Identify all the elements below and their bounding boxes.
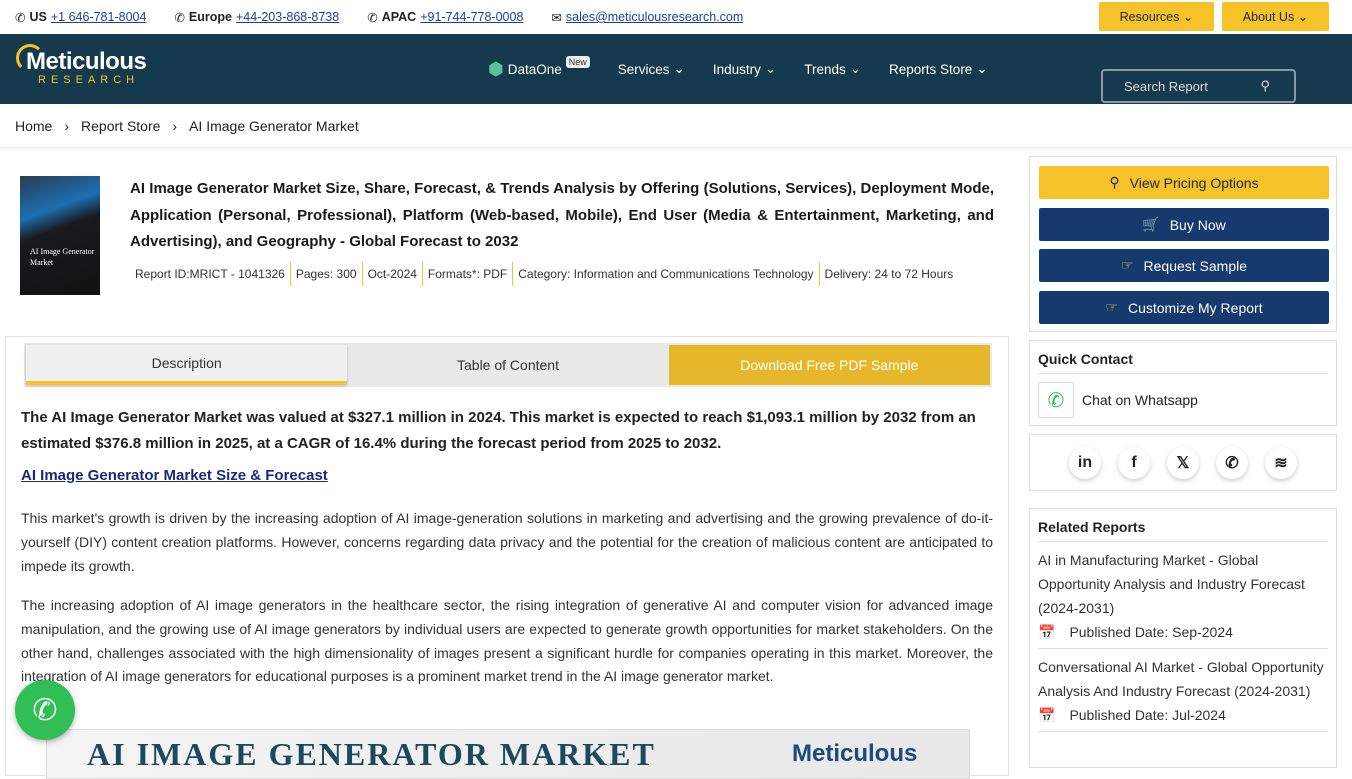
whatsapp-float-button[interactable]: ✆	[15, 680, 75, 740]
cart-icon: 🛒	[1142, 216, 1160, 232]
x-twitter-icon[interactable]: 𝕏	[1167, 446, 1199, 479]
lead-summary: The AI Image Generator Market was valued…	[21, 409, 976, 452]
calendar-icon: 📅	[1038, 624, 1056, 640]
apac-phone-link[interactable]: +91-744-778-0008	[420, 10, 523, 24]
breadcrumb: Home › Report Store › AI Image Generator M…	[0, 104, 1352, 148]
tab-description[interactable]: Description	[26, 345, 348, 385]
category: Category: Information and Communications…	[513, 262, 820, 286]
quick-contact-panel: Quick Contact ✆ Chat on Whatsapp	[1029, 340, 1337, 426]
chevron-down-icon: ⌄	[1182, 10, 1194, 24]
phone-icon: ✆	[174, 10, 185, 25]
view-pricing-button[interactable]: ⚲ View Pricing Options	[1039, 166, 1329, 199]
nav-reports-store[interactable]: Reports Store ⌄	[889, 61, 988, 77]
phone-icon: ✆	[367, 10, 378, 25]
infographic-banner: AI IMAGE GENERATOR MARKET Meticulous	[46, 729, 970, 779]
report-main: AI Image Generator Market AI Image Gener…	[5, 156, 1014, 779]
tab-bar: Description Table of Content Download Fr…	[24, 343, 992, 387]
new-badge: New	[565, 56, 590, 68]
chevron-down-icon: ⌄	[673, 61, 685, 76]
chevron-down-icon: ⌄	[849, 61, 862, 76]
hand-pointer-icon: ☞	[1120, 257, 1134, 273]
nav-dataone[interactable]: ⬢ DataOne New	[488, 56, 590, 80]
chevron-right-icon: ›	[172, 117, 178, 134]
about-us-dropdown[interactable]: About Us ⌄	[1222, 2, 1329, 31]
top-contact-bar: ✆ US +1 646-781-8004 ✆ Europe +44-203-868-87…	[0, 0, 1352, 34]
email-link[interactable]: sales@meticulousresearch.com	[566, 10, 743, 24]
paragraph: The increasing adoption of AI image gene…	[21, 597, 993, 685]
formats: Formats*: PDF	[423, 262, 514, 286]
whatsapp-chat-link[interactable]: ✆ Chat on Whatsapp	[1030, 374, 1336, 426]
report-cover-image: AI Image Generator Market	[20, 176, 100, 295]
phone-icon: ✆	[15, 10, 26, 25]
report-meta: Report ID:MRICT - 1041326 Pages: 300 Oct…	[130, 262, 1000, 296]
customize-report-button[interactable]: ☞ Customize My Report	[1039, 291, 1329, 324]
resources-dropdown[interactable]: Resources ⌄	[1099, 2, 1214, 31]
europe-phone-link[interactable]: +44-203-868-8738	[236, 10, 339, 24]
related-report-item[interactable]: Conversational AI Market - Global Opport…	[1038, 649, 1328, 732]
breadcrumb-report-store[interactable]: Report Store	[81, 118, 160, 134]
content-panel: Description Table of Content Download Fr…	[5, 336, 1009, 779]
nav-services[interactable]: Services ⌄	[618, 61, 685, 77]
request-sample-button[interactable]: ☞ Request Sample	[1039, 249, 1329, 282]
whatsapp-icon: ✆	[1038, 382, 1074, 418]
us-phone-link[interactable]: +1 646-781-8004	[51, 10, 147, 24]
tab-table-of-content[interactable]: Table of Content	[347, 345, 668, 385]
related-report-item[interactable]: AI in Manufacturing Market - Global Oppo…	[1038, 542, 1328, 649]
nav-trends[interactable]: Trends ⌄	[804, 61, 861, 77]
report-title: AI Image Generator Market Size, Share, F…	[130, 180, 994, 250]
paragraph: This market's growth is driven by the in…	[21, 510, 993, 574]
search-input[interactable]: Search Report ⚲	[1101, 69, 1296, 103]
nav-industry[interactable]: Industry ⌄	[713, 61, 776, 77]
logo[interactable]: Meticulous RESEARCH	[16, 44, 147, 94]
calendar-icon: 📅	[1038, 707, 1056, 723]
tab-download-sample[interactable]: Download Free PDF Sample	[668, 345, 990, 385]
related-reports-panel: Related Reports AI in Manufacturing Mark…	[1029, 508, 1337, 768]
chevron-down-icon: ⌄	[1297, 10, 1309, 24]
chevron-right-icon: ›	[64, 117, 70, 134]
search-icon: ⚲	[1109, 174, 1120, 190]
rss-icon[interactable]: ≋	[1265, 446, 1297, 479]
search-icon[interactable]: ⚲	[1260, 78, 1270, 94]
market-size-link[interactable]: AI Image Generator Market Size & Forecas…	[21, 467, 328, 484]
whatsapp-icon: ✆	[32, 693, 58, 727]
cube-icon: ⬢	[488, 58, 504, 79]
publish-date: Oct-2024	[363, 262, 423, 286]
social-share-panel: in f 𝕏 ✆ ≋	[1029, 434, 1337, 491]
breadcrumb-home[interactable]: Home	[15, 118, 52, 134]
pages: Pages: 300	[291, 262, 363, 286]
main-nav: Meticulous RESEARCH ⬢ DataOne New Services ⌄…	[0, 34, 1352, 104]
chevron-down-icon: ⌄	[976, 61, 988, 76]
report-id: Report ID:MRICT - 1041326	[130, 262, 291, 286]
whatsapp-icon[interactable]: ✆	[1216, 446, 1248, 479]
hand-pointer-icon: ☞	[1105, 299, 1118, 315]
facebook-icon[interactable]: f	[1118, 446, 1150, 479]
chevron-down-icon: ⌄	[764, 61, 777, 76]
breadcrumb-current: AI Image Generator Market	[189, 117, 359, 134]
linkedin-icon[interactable]: in	[1069, 446, 1101, 479]
buy-now-button[interactable]: 🛒 Buy Now	[1039, 208, 1329, 241]
delivery: Delivery: 24 to 72 Hours	[824, 267, 954, 281]
action-panel: ⚲ View Pricing Options 🛒 Buy Now ☞ Request …	[1029, 156, 1337, 332]
envelope-icon: ✉	[551, 10, 562, 25]
